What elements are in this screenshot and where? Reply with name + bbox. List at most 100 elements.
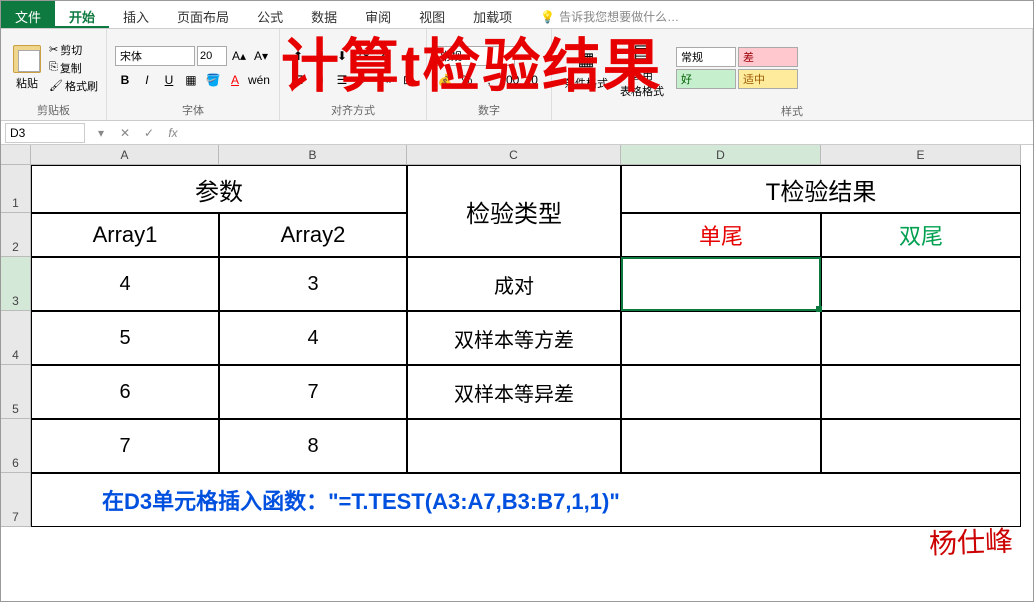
cell-a5[interactable]: 6 — [31, 365, 219, 419]
select-all-corner[interactable] — [1, 145, 31, 165]
increase-indent-button[interactable]: ⇥ — [376, 70, 396, 90]
align-left-button[interactable]: ☰ — [288, 70, 308, 90]
row-header-4[interactable]: 4 — [1, 311, 31, 365]
cell-e2[interactable]: 双尾 — [821, 213, 1021, 257]
align-middle-button[interactable]: ≡ — [310, 46, 330, 66]
spreadsheet: A B C D E 1 2 3 4 5 6 7 参数 检验类型 T检验结果 Ar… — [1, 145, 1033, 527]
decrease-font-button[interactable]: A▾ — [251, 46, 271, 66]
tab-layout[interactable]: 页面布局 — [163, 1, 243, 28]
dropdown-icon[interactable]: ▾ — [89, 123, 113, 143]
align-center-button[interactable]: ≡ — [310, 70, 330, 90]
cell-grid[interactable]: 参数 检验类型 T检验结果 Array1 Array2 单尾 双尾 4 3 成对 — [31, 165, 1021, 527]
style-normal[interactable]: 常规 — [676, 47, 736, 67]
cell-c6[interactable] — [407, 419, 621, 473]
col-header-a[interactable]: A — [31, 145, 219, 165]
decrease-indent-button[interactable]: ⇤ — [354, 70, 374, 90]
cell-e6[interactable] — [821, 419, 1021, 473]
col-header-d[interactable]: D — [621, 145, 821, 165]
decrease-decimal-button[interactable]: .0 — [523, 70, 543, 90]
underline-button[interactable]: U — [159, 70, 179, 90]
cell-c1c2[interactable]: 检验类型 — [407, 165, 621, 257]
wrap-text-button[interactable]: ↩ — [376, 46, 396, 66]
tab-view[interactable]: 视图 — [405, 1, 459, 28]
phonetic-button[interactable]: wén — [247, 70, 271, 90]
border-button[interactable]: ▦ — [181, 70, 201, 90]
fx-icon[interactable]: fx — [161, 123, 185, 143]
cell-a6[interactable]: 7 — [31, 419, 219, 473]
style-neutral[interactable]: 适中 — [738, 69, 798, 89]
tab-formulas[interactable]: 公式 — [243, 1, 297, 28]
cell-d1e1[interactable]: T检验结果 — [621, 165, 1021, 213]
format-table-button[interactable]: ▤ 套用 表格格式 — [616, 33, 668, 103]
cell-b6[interactable]: 8 — [219, 419, 407, 473]
cell-e3[interactable] — [821, 257, 1021, 311]
orientation-button[interactable]: ⟳ — [354, 46, 374, 66]
cell-a2[interactable]: Array1 — [31, 213, 219, 257]
font-size-select[interactable] — [197, 46, 227, 66]
tab-review[interactable]: 审阅 — [351, 1, 405, 28]
col-header-b[interactable]: B — [219, 145, 407, 165]
formula-input[interactable] — [185, 123, 1033, 143]
percent-button[interactable]: % — [457, 70, 477, 90]
cell-c3[interactable]: 成对 — [407, 257, 621, 311]
italic-button[interactable]: I — [137, 70, 157, 90]
copy-icon: ⎘ — [49, 61, 58, 74]
currency-button[interactable]: 💰 — [435, 70, 455, 90]
cut-button[interactable]: ✂剪切 — [49, 42, 98, 58]
col-header-c[interactable]: C — [407, 145, 621, 165]
row-header-2[interactable]: 2 — [1, 213, 31, 257]
increase-decimal-button[interactable]: .00 — [501, 70, 521, 90]
row-header-5[interactable]: 5 — [1, 365, 31, 419]
cell-c4[interactable]: 双样本等方差 — [407, 311, 621, 365]
cell-b4[interactable]: 4 — [219, 311, 407, 365]
row-header-7[interactable]: 7 — [1, 473, 31, 527]
name-box[interactable] — [5, 123, 85, 143]
cell-b3[interactable]: 3 — [219, 257, 407, 311]
tab-file[interactable]: 文件 — [1, 1, 55, 28]
font-color-button[interactable]: A — [225, 70, 245, 90]
font-name-select[interactable] — [115, 46, 195, 66]
cell-e5[interactable] — [821, 365, 1021, 419]
row-header-3[interactable]: 3 — [1, 257, 31, 311]
tab-data[interactable]: 数据 — [297, 1, 351, 28]
cell-d6[interactable] — [621, 419, 821, 473]
cell-a1b1[interactable]: 参数 — [31, 165, 407, 213]
comma-button[interactable]: , — [479, 70, 499, 90]
number-format-select[interactable] — [435, 46, 515, 66]
cell-a4[interactable]: 5 — [31, 311, 219, 365]
selection-outline — [621, 257, 821, 311]
paste-button[interactable]: 粘贴 — [9, 43, 45, 93]
style-bad[interactable]: 差 — [738, 47, 798, 67]
cell-c5[interactable]: 双样本等异差 — [407, 365, 621, 419]
align-bottom-button[interactable]: ⬇ — [332, 46, 352, 66]
row-header-1[interactable]: 1 — [1, 165, 31, 213]
align-top-button[interactable]: ⬆ — [288, 46, 308, 66]
cell-b2[interactable]: Array2 — [219, 213, 407, 257]
increase-font-button[interactable]: A▴ — [229, 46, 249, 66]
painter-button[interactable]: 🖌格式刷 — [49, 78, 98, 94]
cell-d3[interactable] — [621, 257, 821, 311]
cell-d2[interactable]: 单尾 — [621, 213, 821, 257]
cell-d4[interactable] — [621, 311, 821, 365]
bold-button[interactable]: B — [115, 70, 135, 90]
tab-bar: 文件 开始 插入 页面布局 公式 数据 审阅 视图 加载项 💡告诉我您想要做什么… — [1, 1, 1033, 29]
confirm-icon[interactable]: ✓ — [137, 123, 161, 143]
row-header-6[interactable]: 6 — [1, 419, 31, 473]
merge-button[interactable]: ⊞ — [398, 70, 418, 90]
tab-addins[interactable]: 加载项 — [459, 1, 526, 28]
cell-a7e7[interactable]: 在D3单元格插入函数："=T.TEST(A3:A7,B3:B7,1,1)" — [31, 473, 1021, 527]
style-good[interactable]: 好 — [676, 69, 736, 89]
tab-insert[interactable]: 插入 — [109, 1, 163, 28]
cell-d5[interactable] — [621, 365, 821, 419]
cell-e4[interactable] — [821, 311, 1021, 365]
align-right-button[interactable]: ☰ — [332, 70, 352, 90]
col-header-e[interactable]: E — [821, 145, 1021, 165]
conditional-format-button[interactable]: ▦ 条件格式 — [560, 41, 612, 95]
tab-home[interactable]: 开始 — [55, 1, 109, 28]
copy-button[interactable]: ⎘复制 — [49, 60, 98, 76]
tell-me[interactable]: 💡告诉我您想要做什么… — [526, 1, 697, 28]
cancel-icon[interactable]: ✕ — [113, 123, 137, 143]
cell-a3[interactable]: 4 — [31, 257, 219, 311]
fill-color-button[interactable]: 🪣 — [203, 70, 223, 90]
cell-b5[interactable]: 7 — [219, 365, 407, 419]
